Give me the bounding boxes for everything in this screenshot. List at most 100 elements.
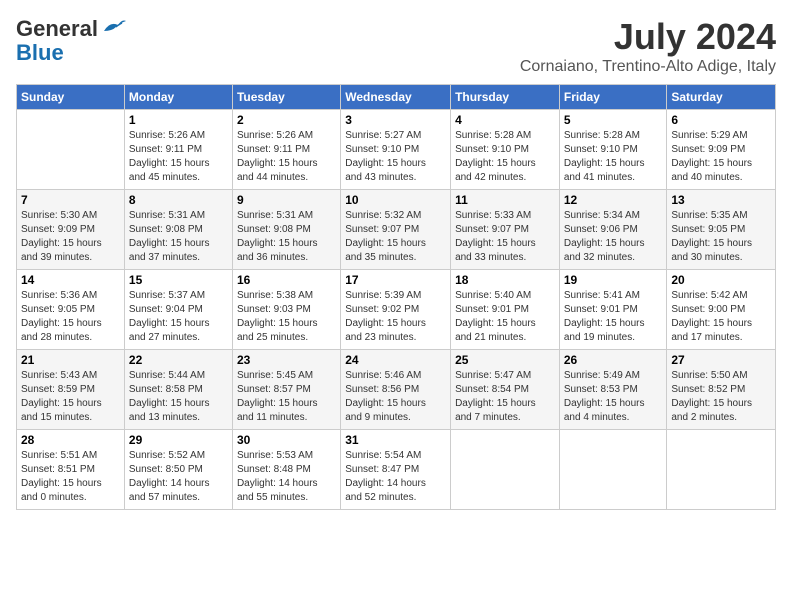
calendar-cell: [17, 110, 125, 190]
calendar-cell: 19 Sunrise: 5:41 AM Sunset: 9:01 PM Dayli…: [559, 270, 667, 350]
day-number: 8: [129, 193, 228, 207]
weekday-header-tuesday: Tuesday: [232, 85, 340, 110]
calendar-cell: [667, 430, 776, 510]
calendar-cell: 28 Sunrise: 5:51 AM Sunset: 8:51 PM Dayli…: [17, 430, 125, 510]
day-number: 21: [21, 353, 120, 367]
day-info: Sunrise: 5:47 AM Sunset: 8:54 PM Dayligh…: [455, 369, 555, 425]
calendar-cell: 11 Sunrise: 5:33 AM Sunset: 9:07 PM Dayli…: [451, 190, 560, 270]
day-number: 1: [129, 113, 228, 127]
day-info: Sunrise: 5:40 AM Sunset: 9:01 PM Dayligh…: [455, 289, 555, 345]
day-number: 25: [455, 353, 555, 367]
day-info: Sunrise: 5:30 AM Sunset: 9:09 PM Dayligh…: [21, 209, 120, 265]
day-info: Sunrise: 5:53 AM Sunset: 8:48 PM Dayligh…: [237, 449, 336, 505]
day-number: 3: [345, 113, 446, 127]
day-number: 19: [564, 273, 663, 287]
day-number: 11: [455, 193, 555, 207]
day-number: 26: [564, 353, 663, 367]
day-number: 30: [237, 433, 336, 447]
day-info: Sunrise: 5:33 AM Sunset: 9:07 PM Dayligh…: [455, 209, 555, 265]
logo-general: General: [16, 16, 98, 42]
day-info: Sunrise: 5:54 AM Sunset: 8:47 PM Dayligh…: [345, 449, 446, 505]
title-area: July 2024 Cornaiano, Trentino-Alto Adige…: [520, 16, 776, 76]
day-info: Sunrise: 5:34 AM Sunset: 9:06 PM Dayligh…: [564, 209, 663, 265]
day-info: Sunrise: 5:27 AM Sunset: 9:10 PM Dayligh…: [345, 129, 446, 185]
calendar-cell: 24Sunrise: 5:46 AM Sunset: 8:56 PM Dayli…: [341, 350, 451, 430]
weekday-header-sunday: Sunday: [17, 85, 125, 110]
day-info: Sunrise: 5:39 AM Sunset: 9:02 PM Dayligh…: [345, 289, 446, 345]
weekday-header-wednesday: Wednesday: [341, 85, 451, 110]
day-info: Sunrise: 5:37 AM Sunset: 9:04 PM Dayligh…: [129, 289, 228, 345]
calendar-week-row: 28 Sunrise: 5:51 AM Sunset: 8:51 PM Dayli…: [17, 430, 776, 510]
day-info: Sunrise: 5:29 AM Sunset: 9:09 PM Dayligh…: [671, 129, 771, 185]
day-number: 29: [129, 433, 228, 447]
day-number: 20: [671, 273, 771, 287]
calendar-cell: 29 Sunrise: 5:52 AM Sunset: 8:50 PM Dayli…: [124, 430, 232, 510]
logo-blue: Blue: [16, 42, 64, 64]
day-info: Sunrise: 5:28 AM Sunset: 9:10 PM Dayligh…: [564, 129, 663, 185]
calendar-cell: 9 Sunrise: 5:31 AM Sunset: 9:08 PM Daylig…: [232, 190, 340, 270]
day-number: 28: [21, 433, 120, 447]
day-info: Sunrise: 5:46 AM Sunset: 8:56 PM Dayligh…: [345, 369, 446, 425]
day-number: 13: [671, 193, 771, 207]
day-number: 15: [129, 273, 228, 287]
calendar-cell: 23Sunrise: 5:45 AM Sunset: 8:57 PM Dayli…: [232, 350, 340, 430]
weekday-header-saturday: Saturday: [667, 85, 776, 110]
calendar-cell: 22Sunrise: 5:44 AM Sunset: 8:58 PM Dayli…: [124, 350, 232, 430]
weekday-header-row: SundayMondayTuesdayWednesdayThursdayFrid…: [17, 85, 776, 110]
day-info: Sunrise: 5:32 AM Sunset: 9:07 PM Dayligh…: [345, 209, 446, 265]
day-number: 31: [345, 433, 446, 447]
day-number: 12: [564, 193, 663, 207]
calendar-table: SundayMondayTuesdayWednesdayThursdayFrid…: [16, 84, 776, 510]
day-number: 4: [455, 113, 555, 127]
calendar-cell: 18Sunrise: 5:40 AM Sunset: 9:01 PM Dayli…: [451, 270, 560, 350]
location-title: Cornaiano, Trentino-Alto Adige, Italy: [520, 58, 776, 76]
day-info: Sunrise: 5:36 AM Sunset: 9:05 PM Dayligh…: [21, 289, 120, 345]
day-number: 9: [237, 193, 336, 207]
day-info: Sunrise: 5:31 AM Sunset: 9:08 PM Dayligh…: [237, 209, 336, 265]
calendar-cell: 25 Sunrise: 5:47 AM Sunset: 8:54 PM Dayli…: [451, 350, 560, 430]
calendar-cell: 30 Sunrise: 5:53 AM Sunset: 8:48 PM Dayli…: [232, 430, 340, 510]
day-info: Sunrise: 5:31 AM Sunset: 9:08 PM Dayligh…: [129, 209, 228, 265]
day-info: Sunrise: 5:45 AM Sunset: 8:57 PM Dayligh…: [237, 369, 336, 425]
day-number: 10: [345, 193, 446, 207]
calendar-cell: 8 Sunrise: 5:31 AM Sunset: 9:08 PM Daylig…: [124, 190, 232, 270]
calendar-cell: 14 Sunrise: 5:36 AM Sunset: 9:05 PM Dayli…: [17, 270, 125, 350]
calendar-week-row: 7Sunrise: 5:30 AM Sunset: 9:09 PM Daylig…: [17, 190, 776, 270]
page-header: General Blue July 2024 Cornaiano, Trenti…: [16, 16, 776, 76]
calendar-cell: 15 Sunrise: 5:37 AM Sunset: 9:04 PM Dayli…: [124, 270, 232, 350]
day-info: Sunrise: 5:51 AM Sunset: 8:51 PM Dayligh…: [21, 449, 120, 505]
calendar-week-row: 14 Sunrise: 5:36 AM Sunset: 9:05 PM Dayli…: [17, 270, 776, 350]
day-info: Sunrise: 5:28 AM Sunset: 9:10 PM Dayligh…: [455, 129, 555, 185]
day-info: Sunrise: 5:26 AM Sunset: 9:11 PM Dayligh…: [129, 129, 228, 185]
calendar-cell: 3 Sunrise: 5:27 AM Sunset: 9:10 PM Daylig…: [341, 110, 451, 190]
calendar-cell: 12 Sunrise: 5:34 AM Sunset: 9:06 PM Dayli…: [559, 190, 667, 270]
day-info: Sunrise: 5:49 AM Sunset: 8:53 PM Dayligh…: [564, 369, 663, 425]
day-number: 22: [129, 353, 228, 367]
calendar-cell: 17 Sunrise: 5:39 AM Sunset: 9:02 PM Dayli…: [341, 270, 451, 350]
day-info: Sunrise: 5:50 AM Sunset: 8:52 PM Dayligh…: [671, 369, 771, 425]
calendar-cell: 26 Sunrise: 5:49 AM Sunset: 8:53 PM Dayli…: [559, 350, 667, 430]
logo-bird-icon: [100, 17, 128, 37]
calendar-cell: 27 Sunrise: 5:50 AM Sunset: 8:52 PM Dayli…: [667, 350, 776, 430]
calendar-cell: 2 Sunrise: 5:26 AM Sunset: 9:11 PM Daylig…: [232, 110, 340, 190]
weekday-header-friday: Friday: [559, 85, 667, 110]
weekday-header-monday: Monday: [124, 85, 232, 110]
day-number: 6: [671, 113, 771, 127]
day-number: 5: [564, 113, 663, 127]
logo: General Blue: [16, 16, 128, 64]
day-info: Sunrise: 5:41 AM Sunset: 9:01 PM Dayligh…: [564, 289, 663, 345]
day-number: 17: [345, 273, 446, 287]
calendar-cell: 31 Sunrise: 5:54 AM Sunset: 8:47 PM Dayli…: [341, 430, 451, 510]
day-number: 2: [237, 113, 336, 127]
day-info: Sunrise: 5:43 AM Sunset: 8:59 PM Dayligh…: [21, 369, 120, 425]
day-info: Sunrise: 5:26 AM Sunset: 9:11 PM Dayligh…: [237, 129, 336, 185]
calendar-week-row: 1 Sunrise: 5:26 AM Sunset: 9:11 PM Daylig…: [17, 110, 776, 190]
day-info: Sunrise: 5:35 AM Sunset: 9:05 PM Dayligh…: [671, 209, 771, 265]
day-number: 16: [237, 273, 336, 287]
calendar-cell: 10 Sunrise: 5:32 AM Sunset: 9:07 PM Dayli…: [341, 190, 451, 270]
calendar-week-row: 21 Sunrise: 5:43 AM Sunset: 8:59 PM Dayli…: [17, 350, 776, 430]
day-info: Sunrise: 5:52 AM Sunset: 8:50 PM Dayligh…: [129, 449, 228, 505]
day-number: 14: [21, 273, 120, 287]
day-number: 27: [671, 353, 771, 367]
calendar-cell: 1 Sunrise: 5:26 AM Sunset: 9:11 PM Daylig…: [124, 110, 232, 190]
